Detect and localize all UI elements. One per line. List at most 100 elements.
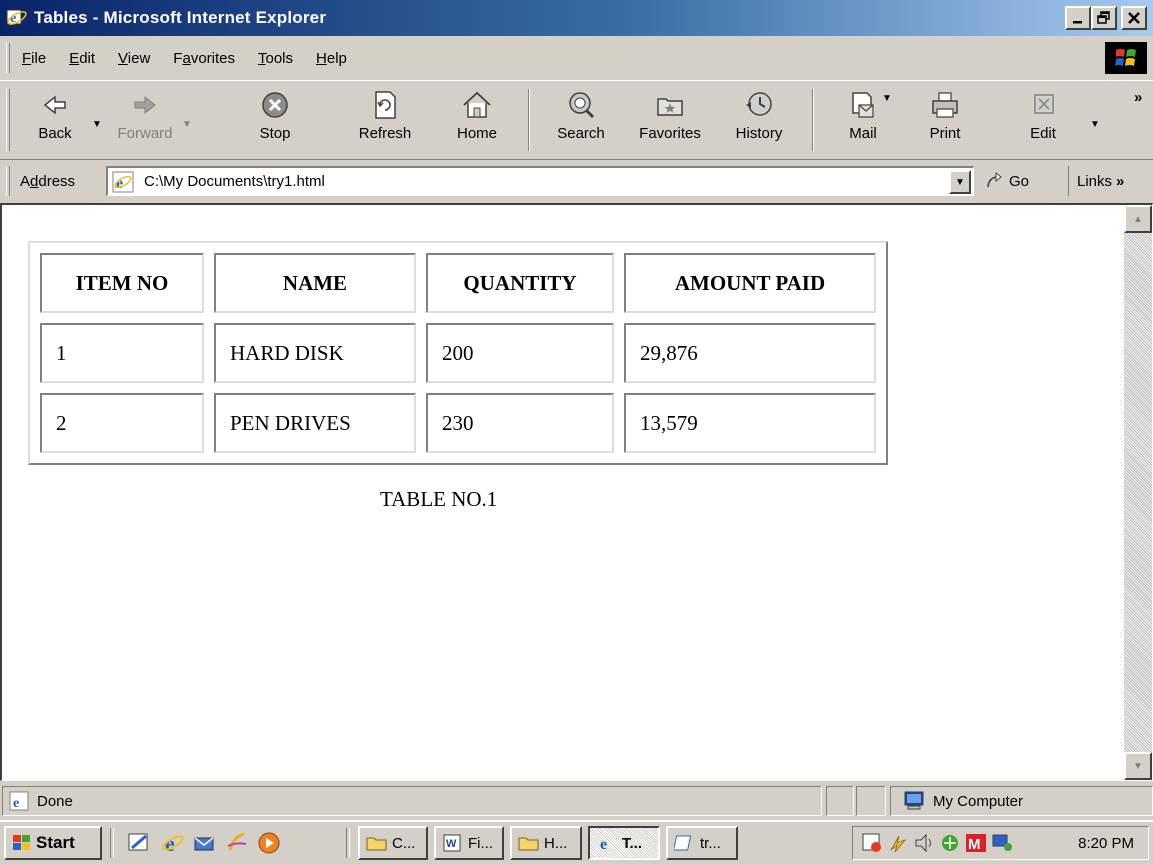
forward-dropdown-icon[interactable]: ▼ — [182, 119, 192, 130]
volume-icon[interactable] — [913, 832, 935, 854]
address-label: Address — [20, 172, 76, 190]
go-arrow-icon — [987, 171, 1002, 188]
task-button-tables-ie[interactable]: e T... — [588, 826, 660, 860]
back-button[interactable]: Back — [20, 85, 90, 155]
folder-icon — [366, 837, 387, 851]
header-quantity: QUANTITY — [426, 253, 614, 313]
stop-icon — [262, 92, 288, 118]
arrow-up-icon: ▲ — [1133, 213, 1143, 225]
go-button[interactable]: Go — [985, 168, 1029, 194]
ie-logo-icon: e — [6, 7, 28, 29]
svg-text:e: e — [600, 836, 607, 852]
close-button[interactable] — [1121, 6, 1147, 30]
history-button[interactable]: History — [724, 85, 794, 155]
table-row: 2 PEN DRIVES 230 13,579 — [40, 393, 876, 453]
table-cell: 200 — [426, 323, 614, 383]
menu-view[interactable]: View — [118, 50, 150, 67]
menu-tools[interactable]: Tools — [258, 50, 293, 67]
forward-button[interactable]: Forward — [110, 85, 180, 155]
home-button[interactable]: Home — [442, 85, 512, 155]
menu-grip[interactable] — [6, 43, 10, 73]
table-cell: 13,579 — [624, 393, 876, 453]
display-settings-icon[interactable] — [991, 832, 1013, 854]
menu-bar: File Edit View Favorites Tools Help — [0, 38, 1153, 78]
toolbar-grip[interactable] — [6, 89, 10, 151]
table-cell: PEN DRIVES — [214, 393, 416, 453]
task-button-folder-c[interactable]: C... — [358, 826, 428, 860]
toolbar-overflow-chevron[interactable]: » — [1134, 89, 1142, 106]
start-button[interactable]: Start — [4, 826, 102, 860]
title-bar[interactable]: e Tables - Microsoft Internet Explorer — [0, 0, 1153, 36]
table-header-row: ITEM NO NAME QUANTITY AMOUNT PAID — [40, 253, 876, 313]
show-desktop-icon[interactable] — [126, 830, 152, 856]
toolbar-separator — [528, 89, 530, 151]
address-input[interactable]: e C:\My Documents\try1.html ▼ — [106, 166, 974, 196]
internet-explorer-icon[interactable]: e — [160, 830, 186, 856]
table-cell: 29,876 — [624, 323, 876, 383]
table-cell: 230 — [426, 393, 614, 453]
address-url[interactable]: C:\My Documents\try1.html — [144, 173, 325, 190]
address-dropdown-button[interactable]: ▼ — [949, 170, 971, 194]
menu-help[interactable]: Help — [316, 50, 347, 67]
refresh-icon — [375, 91, 396, 119]
window-title: Tables - Microsoft Internet Explorer — [34, 8, 327, 27]
history-icon — [746, 92, 772, 116]
minimize-button[interactable] — [1065, 6, 1091, 30]
menu-favorites[interactable]: Favorites — [173, 50, 235, 67]
media-player-icon[interactable] — [256, 830, 282, 856]
clock[interactable]: 8:20 PM — [1078, 835, 1134, 852]
search-button[interactable]: Search — [546, 85, 616, 155]
back-arrow-icon — [43, 95, 66, 115]
table-row: 1 HARD DISK 200 29,876 — [40, 323, 876, 383]
scroll-up-button[interactable]: ▲ — [1124, 205, 1152, 233]
task-button-word[interactable]: W Fi... — [434, 826, 504, 860]
mail-icon — [852, 92, 874, 118]
scroll-down-button[interactable]: ▼ — [1124, 752, 1152, 780]
search-globe-icon — [569, 92, 595, 119]
task-button-notepad[interactable]: tr... — [666, 826, 738, 860]
quicklaunch-grip[interactable] — [110, 828, 114, 858]
edit-button[interactable]: Edit — [1008, 85, 1078, 155]
refresh-button[interactable]: Refresh — [350, 85, 420, 155]
svg-text:e: e — [116, 175, 123, 192]
status-progress-cell — [826, 786, 854, 816]
edit-dropdown-icon[interactable]: ▼ — [1090, 119, 1100, 130]
links-button[interactable]: Links » — [1068, 166, 1124, 196]
channels-icon[interactable] — [224, 830, 250, 856]
print-button[interactable]: Print — [910, 85, 980, 155]
back-dropdown-icon[interactable]: ▼ — [92, 119, 102, 130]
standard-toolbar: Back ▼ Forward ▼ Stop Refresh Home Searc… — [0, 80, 1153, 160]
outlook-express-icon[interactable] — [192, 830, 218, 856]
mail-dropdown-icon[interactable]: ▼ — [882, 93, 892, 104]
windows-throbber-icon — [1105, 42, 1147, 74]
table-cell: 1 — [40, 323, 204, 383]
status-text: Done — [37, 792, 73, 810]
network-icon[interactable] — [939, 832, 961, 854]
system-tray: M 8:20 PM — [852, 826, 1149, 860]
printer-icon — [932, 92, 958, 118]
menu-file[interactable]: File — [22, 50, 46, 67]
scheduler-icon[interactable] — [861, 832, 883, 854]
task-button-folder-h[interactable]: H... — [510, 826, 582, 860]
stop-button[interactable]: Stop — [240, 85, 310, 155]
forward-arrow-icon — [134, 95, 156, 115]
address-grip[interactable] — [6, 166, 10, 196]
vertical-scrollbar[interactable]: ▲ ▼ — [1124, 205, 1152, 780]
status-bar: e Done My Computer — [0, 784, 1153, 818]
restore-button[interactable] — [1091, 6, 1117, 30]
windows-logo-icon — [13, 835, 30, 850]
security-zone-panel: My Computer — [890, 786, 1153, 816]
restore-icon — [1097, 11, 1110, 24]
folder-icon — [518, 837, 539, 851]
table-caption: TABLE NO.1 — [380, 487, 498, 511]
links-chevron-icon: » — [1116, 172, 1125, 190]
word-document-icon: W — [443, 834, 461, 852]
table-cell: HARD DISK — [214, 323, 416, 383]
messenger-icon[interactable]: M — [965, 832, 987, 854]
svg-text:M: M — [968, 836, 981, 853]
power-icon[interactable] — [887, 832, 909, 854]
favorites-button[interactable]: Favorites — [628, 85, 712, 155]
table-cell: 2 — [40, 393, 204, 453]
menu-edit[interactable]: Edit — [69, 50, 95, 67]
web-page: ITEM NO NAME QUANTITY AMOUNT PAID 1 HARD… — [10, 213, 1120, 773]
